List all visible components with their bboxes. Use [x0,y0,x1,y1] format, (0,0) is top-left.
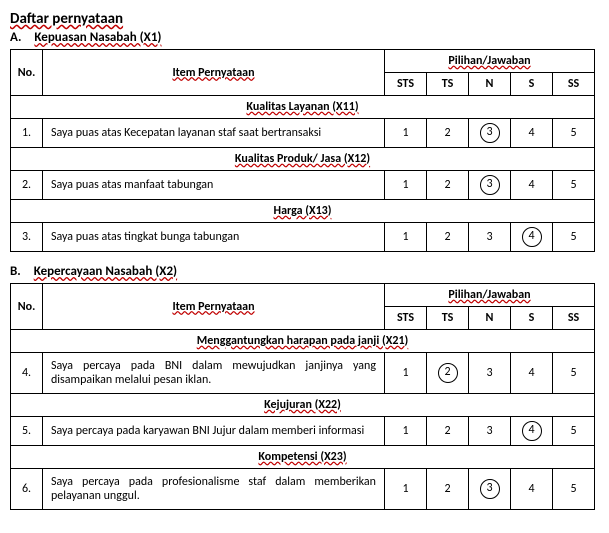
answer-cell[interactable]: 5 [553,417,595,446]
section-letter: B. [10,264,21,279]
questionnaire-table: No. Item Pernyataan Pilihan/Jawaban STST… [10,283,595,510]
answer-cell[interactable]: 5 [553,119,595,148]
circled-answer: 3 [480,479,500,499]
section-title: Kepercayaan Nasabah (X2) [34,264,177,279]
group-subheading-row: Harga (X13) [11,200,595,223]
circled-answer: 3 [480,175,500,195]
answer-cell[interactable]: 4 [511,223,553,252]
col-item-header: Item Pernyataan [43,284,385,330]
answer-cell[interactable]: 5 [553,469,595,510]
table-header-row: No. Item Pernyataan Pilihan/Jawaban [11,284,595,307]
answer-cell[interactable]: 1 [385,119,427,148]
answer-cell[interactable]: 3 [469,119,511,148]
answer-cell[interactable]: 4 [511,171,553,200]
question-row: 1. Saya puas atas Kecepatan layanan staf… [11,119,595,148]
group-subheading-row: Menggantungkan harapan pada janji (X21) [11,330,595,353]
question-text: Saya puas atas Kecepatan layanan staf sa… [43,119,385,148]
answer-cell[interactable]: 3 [469,223,511,252]
question-no: 4. [11,353,43,394]
option-header: TS [427,73,469,96]
question-row: 4. Saya percaya pada BNI dalam mewujudka… [11,353,595,394]
question-no: 5. [11,417,43,446]
answer-cell[interactable]: 1 [385,223,427,252]
answer-cell[interactable]: 1 [385,353,427,394]
option-header: N [469,73,511,96]
option-header: SS [553,307,595,330]
group-subheading: Harga (X13) [11,200,595,223]
question-row: 3. Saya puas atas tingkat bunga tabungan… [11,223,595,252]
question-text: Saya percaya pada karyawan BNI Jujur dal… [43,417,385,446]
options-header: Pilihan/Jawaban [385,284,595,307]
answer-cell[interactable]: 2 [427,469,469,510]
question-no: 1. [11,119,43,148]
option-header: TS [427,307,469,330]
table-header-row: No. Item Pernyataan Pilihan/Jawaban [11,50,595,73]
answer-cell[interactable]: 5 [553,353,595,394]
answer-cell[interactable]: 2 [427,353,469,394]
answer-cell[interactable]: 4 [511,469,553,510]
answer-cell[interactable]: 4 [511,417,553,446]
answer-cell[interactable]: 3 [469,417,511,446]
question-no: 2. [11,171,43,200]
section-heading: A. Kepuasan Nasabah (X1) [10,30,595,45]
page-title: Daftar pernyataan [10,10,595,28]
answer-cell[interactable]: 2 [427,417,469,446]
answer-cell[interactable]: 3 [469,469,511,510]
answer-cell[interactable]: 4 [511,119,553,148]
answer-cell[interactable]: 2 [427,119,469,148]
options-header: Pilihan/Jawaban [385,50,595,73]
section-title: Kepuasan Nasabah (X1) [34,30,161,45]
circled-answer: 4 [522,421,542,441]
group-subheading: Kualitas Layanan (X11) [11,96,595,119]
question-text: Saya percaya pada BNI dalam mewujudkan j… [43,353,385,394]
group-subheading: Menggantungkan harapan pada janji (X21) [11,330,595,353]
answer-cell[interactable]: 1 [385,469,427,510]
answer-cell[interactable]: 3 [469,353,511,394]
circled-answer: 3 [480,123,500,143]
circled-answer: 4 [522,227,542,247]
col-item-header: Item Pernyataan [43,50,385,96]
question-no: 6. [11,469,43,510]
answer-cell[interactable]: 4 [511,353,553,394]
question-text: Saya percaya pada profesionalisme staf d… [43,469,385,510]
option-header: SS [553,73,595,96]
answer-cell[interactable]: 3 [469,171,511,200]
section-heading: B. Kepercayaan Nasabah (X2) [10,264,595,279]
option-header: S [511,307,553,330]
group-subheading: Kompetensi (X23) [11,446,595,469]
question-no: 3. [11,223,43,252]
answer-cell[interactable]: 2 [427,171,469,200]
questionnaire-table: No. Item Pernyataan Pilihan/Jawaban STST… [10,49,595,252]
answer-cell[interactable]: 2 [427,223,469,252]
option-header: STS [385,307,427,330]
question-row: 5. Saya percaya pada karyawan BNI Jujur … [11,417,595,446]
question-text: Saya puas atas tingkat bunga tabungan [43,223,385,252]
option-header: STS [385,73,427,96]
group-subheading: Kejujuran (X22) [11,394,595,417]
circled-answer: 2 [438,363,458,383]
group-subheading: Kualitas Produk/ Jasa (X12) [11,148,595,171]
option-header: S [511,73,553,96]
question-row: 2. Saya puas atas manfaat tabungan12345 [11,171,595,200]
option-header: N [469,307,511,330]
question-row: 6. Saya percaya pada profesionalisme sta… [11,469,595,510]
answer-cell[interactable]: 5 [553,223,595,252]
group-subheading-row: Kejujuran (X22) [11,394,595,417]
answer-cell[interactable]: 5 [553,171,595,200]
col-no-header: No. [11,50,43,96]
group-subheading-row: Kualitas Produk/ Jasa (X12) [11,148,595,171]
answer-cell[interactable]: 1 [385,171,427,200]
answer-cell[interactable]: 1 [385,417,427,446]
group-subheading-row: Kompetensi (X23) [11,446,595,469]
col-no-header: No. [11,284,43,330]
section-letter: A. [10,30,21,45]
question-text: Saya puas atas manfaat tabungan [43,171,385,200]
group-subheading-row: Kualitas Layanan (X11) [11,96,595,119]
